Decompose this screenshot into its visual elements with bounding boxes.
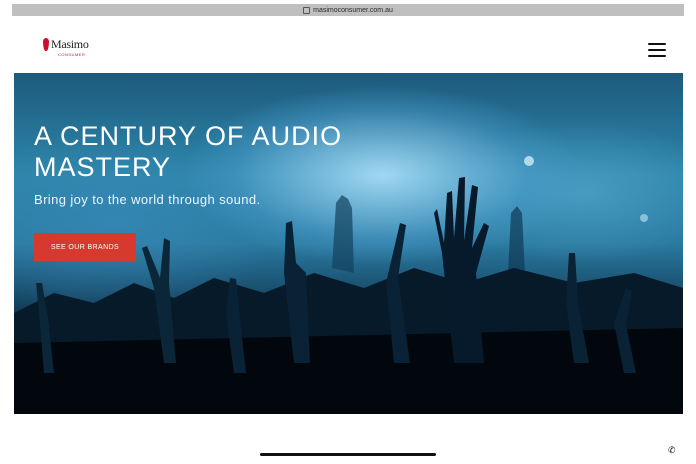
logo-subtitle: CONSUMER (58, 52, 86, 57)
masimo-logo[interactable]: Masimo CONSUMER (42, 37, 89, 57)
hero-banner: A CENTURY OF AUDIO MASTERY Bring joy to … (14, 73, 683, 414)
hero-title: A CENTURY OF AUDIO MASTERY (34, 121, 343, 182)
url-text: masimoconsumer.com.au (313, 6, 393, 14)
browser-window: masimoconsumer.com.au Masimo CONSUMER A … (12, 4, 684, 460)
hamburger-icon[interactable] (648, 43, 666, 57)
home-indicator[interactable] (260, 453, 436, 456)
phone-icon[interactable]: ✆ (668, 446, 678, 456)
see-our-brands-button[interactable]: SEE OUR BRANDS (34, 233, 136, 261)
masimo-logo-icon (42, 38, 50, 52)
lock-icon (303, 6, 311, 14)
logo-wordmark: Masimo (51, 37, 89, 51)
address-bar[interactable]: masimoconsumer.com.au (12, 4, 684, 16)
site-header: Masimo CONSUMER (12, 16, 684, 74)
hero-subtitle: Bring joy to the world through sound. (34, 192, 261, 207)
